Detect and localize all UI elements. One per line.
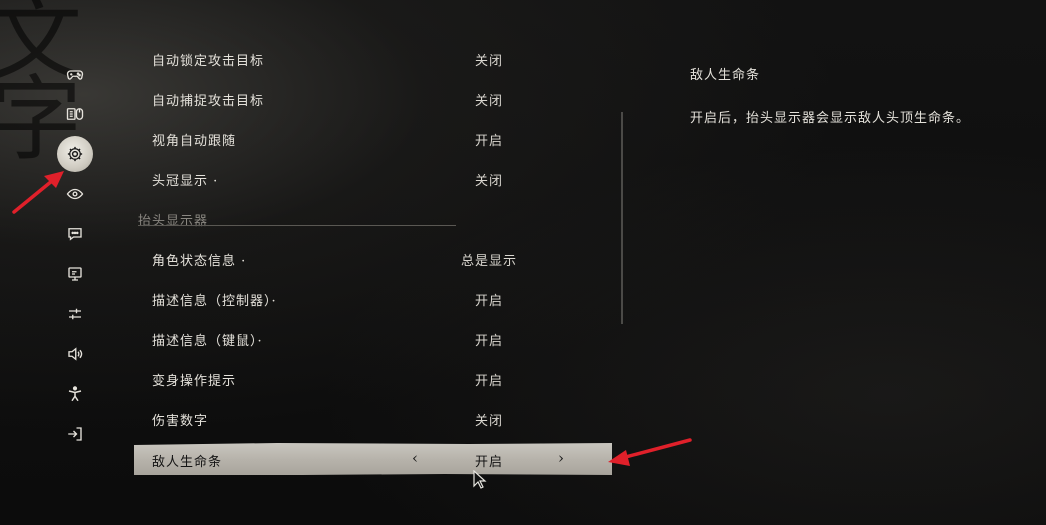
sidebar-item-exit[interactable] [57,416,93,452]
sidebar-item-gameplay[interactable] [57,136,93,172]
setting-value: 关闭 [474,94,503,109]
setting-value: 关闭 [474,174,503,189]
section-divider [138,225,456,226]
setting-value: 开启 [474,374,503,389]
sidebar-item-keyboard-mouse[interactable] [57,96,93,132]
setting-row-character-status[interactable]: 角色状态信息 · 总是显示 [134,242,612,274]
sidebar-item-audio[interactable] [57,336,93,372]
description-body: 开启后，抬头显示器会显示敌人头顶生命条。 [690,111,971,126]
setting-row-damage-numbers[interactable]: 伤害数字 关闭 [134,402,612,434]
annotation-arrow-right [608,438,692,466]
description-title: 敌人生命条 [690,68,761,83]
annotation-arrow-left [12,171,64,214]
section-title-hud: 抬头显示器 [138,214,209,229]
setting-row-transform-hint[interactable]: 变身操作提示 开启 [134,362,612,394]
gamepad-icon [66,70,84,80]
sidebar-item-language[interactable] [57,216,93,252]
sidebar-item-controller[interactable] [57,56,93,92]
accessibility-icon [68,386,82,402]
keyboard-mouse-icon [66,108,84,120]
setting-row-auto-lock-target[interactable]: 自动锁定攻击目标 关闭 [134,42,612,74]
sidebar-item-screen[interactable] [57,256,93,292]
eye-icon [66,188,84,200]
setting-label: 变身操作提示 [152,374,237,389]
setting-label: 描述信息（键鼠）· [152,334,263,349]
setting-value: 关闭 [474,54,503,69]
setting-row-enemy-health-bar[interactable]: 敌人生命条 ‹ 开启 › [134,443,612,475]
setting-row-auto-capture-target[interactable]: 自动捕捉攻击目标 关闭 [134,82,612,114]
setting-label: 自动捕捉攻击目标 [152,94,265,109]
setting-label: 自动锁定攻击目标 [152,54,265,69]
setting-label: 敌人生命条 [152,455,223,470]
setting-value: 开启 [474,334,503,349]
setting-label: 视角自动跟随 [152,134,237,149]
setting-value: 关闭 [474,414,503,429]
setting-value: 总是显示 [460,254,517,269]
setting-label: 头冠显示 · [152,174,219,189]
setting-label: 伤害数字 [152,414,209,429]
setting-row-description-keyboard[interactable]: 描述信息（键鼠）· 开启 [134,322,612,354]
gear-icon [67,146,83,162]
setting-row-camera-auto-follow[interactable]: 视角自动跟随 开启 [134,122,612,154]
monitor-icon [68,267,82,281]
settings-screen: { "sidebar": { "items": [ {"icon": "game… [0,0,1046,525]
setting-label: 角色状态信息 · [152,254,247,269]
setting-value: 开启 [474,134,503,149]
scrollbar[interactable] [621,112,623,324]
chat-icon [68,228,82,241]
exit-icon [68,427,82,441]
speaker-icon [68,347,83,361]
setting-label: 描述信息（控制器）· [152,294,277,309]
sidebar-item-accessibility[interactable] [57,376,93,412]
setting-row-description-controller[interactable]: 描述信息（控制器）· 开启 [134,282,612,314]
setting-row-headgear-display[interactable]: 头冠显示 · 关闭 [134,162,612,194]
sliders-icon [69,308,81,320]
setting-value: 开启 [474,294,503,309]
setting-value: 开启 [474,455,503,470]
chevron-right-icon[interactable]: › [558,449,565,467]
chevron-left-icon[interactable]: ‹ [412,449,419,467]
mouse-cursor-icon [473,470,487,489]
sidebar-item-advanced[interactable] [57,296,93,332]
